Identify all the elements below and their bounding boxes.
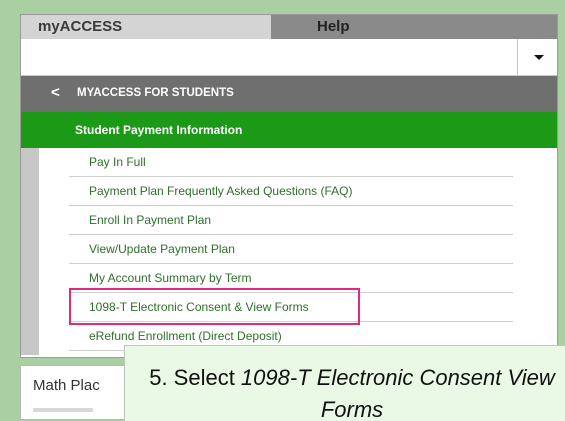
callout-emphasis: 1098-T Electronic Consent View Forms [240, 365, 555, 421]
menu-item-label: View/Update Payment Plan [89, 242, 235, 256]
menu-item-label: Enroll In Payment Plan [89, 213, 212, 227]
menu-item-view-update-payment-plan[interactable]: View/Update Payment Plan [69, 235, 513, 264]
myaccess-panel: myACCESS Help < MYACCESS FOR STUDENTS St… [20, 14, 558, 358]
section-header[interactable]: < MYACCESS FOR STUDENTS [21, 76, 557, 112]
menu-item-label: My Account Summary by Term [89, 271, 252, 285]
active-section-label: Student Payment Information [75, 123, 243, 137]
tab-myaccess-label: myACCESS [38, 18, 123, 35]
tab-myaccess[interactable]: myACCESS [21, 15, 271, 39]
instruction-callout: 5. Select 1098-T Electronic Consent View… [124, 345, 565, 421]
math-card-label: Math Plac [33, 377, 100, 394]
menu-item-pay-in-full[interactable]: Pay In Full [69, 148, 513, 177]
tab-help-label: Help [317, 18, 350, 35]
menu-item-label: eRefund Enrollment (Direct Deposit) [89, 329, 282, 343]
tab-help[interactable]: Help [271, 15, 557, 39]
callout-prefix: 5. Select [149, 365, 241, 390]
section-header-title: MYACCESS FOR STUDENTS [77, 87, 234, 99]
dropdown-button[interactable] [517, 39, 558, 75]
menu-item-label: Payment Plan Frequently Asked Questions … [89, 184, 353, 198]
menu-item-label: Pay In Full [89, 155, 146, 169]
chevron-down-icon [534, 55, 544, 60]
dropdown-bar [21, 39, 557, 76]
highlight-box [69, 288, 360, 325]
menu-item-payment-plan-faq[interactable]: Payment Plan Frequently Asked Questions … [69, 177, 513, 206]
math-card-subtext [33, 408, 93, 412]
menu-item-enroll-payment-plan[interactable]: Enroll In Payment Plan [69, 206, 513, 235]
left-rail [21, 148, 39, 355]
callout-text: 5. Select 1098-T Electronic Consent View… [145, 362, 559, 421]
active-section-bar[interactable]: Student Payment Information [21, 112, 557, 148]
tab-bar: myACCESS Help [21, 15, 557, 39]
chevron-left-icon[interactable]: < [51, 84, 60, 101]
